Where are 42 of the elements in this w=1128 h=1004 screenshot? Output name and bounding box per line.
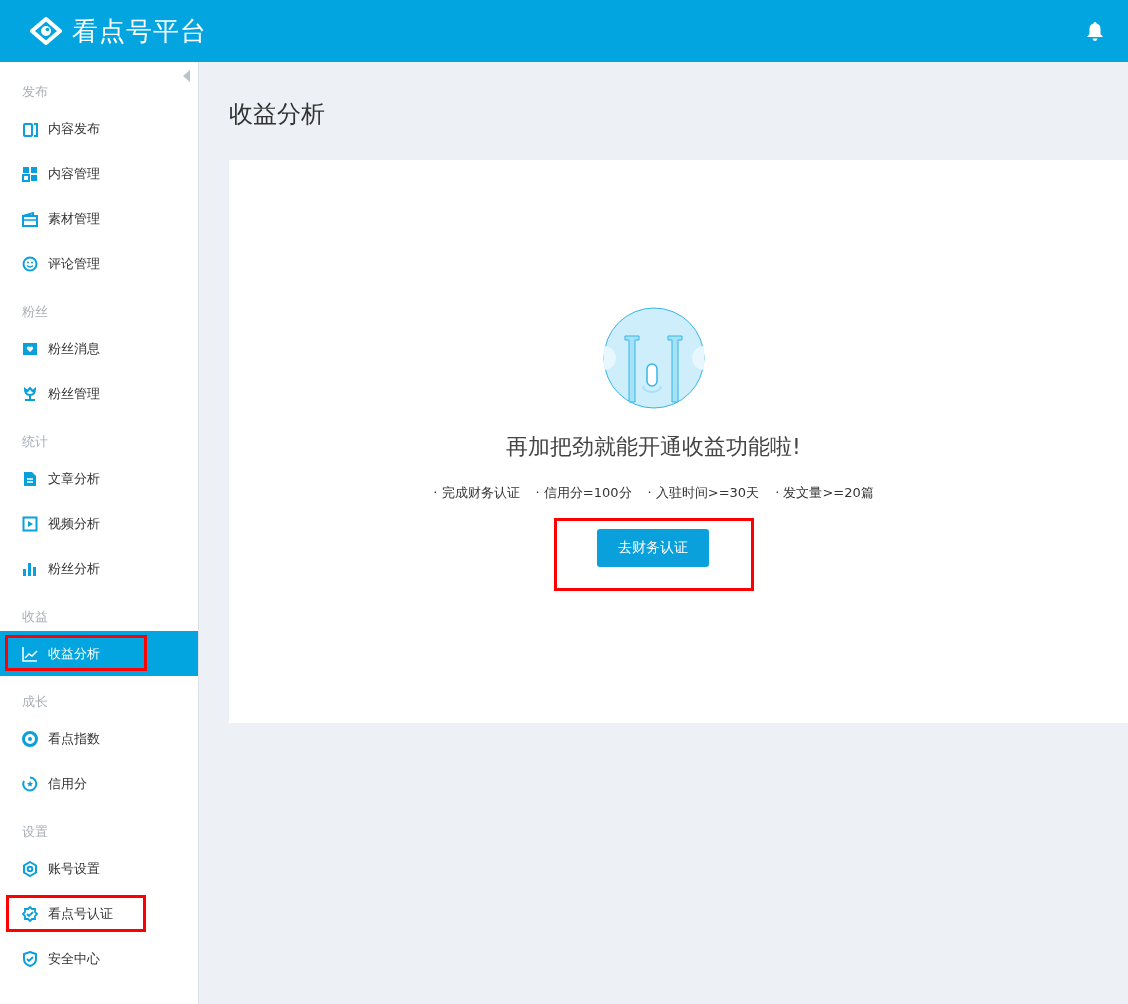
badge-check-icon [22, 905, 38, 922]
bar-chart-icon [22, 560, 38, 577]
sidebar-item[interactable]: 账号设置 [0, 846, 198, 891]
sidebar-item[interactable]: 看点指数 [0, 716, 198, 761]
collapse-arrow-icon[interactable] [183, 70, 190, 82]
play-icon [22, 515, 38, 532]
requirement-text: · 完成财务认证 [433, 484, 520, 502]
sidebar-item[interactable]: 看点号认证 [0, 891, 198, 936]
settings-icon [22, 860, 38, 877]
eye-logo-icon [30, 17, 62, 45]
document-icon [22, 470, 38, 487]
section-label: 发布 [22, 83, 48, 101]
section-label: 设置 [22, 823, 48, 841]
folder-icon [22, 210, 38, 227]
bell-icon[interactable] [1086, 21, 1104, 41]
section-label: 成长 [22, 693, 48, 711]
card-heading: 再加把劲就能开通收益功能啦! [506, 433, 801, 461]
sidebar-item[interactable]: 文章分析 [0, 456, 198, 501]
line-chart-icon [22, 645, 38, 662]
star-circle-icon [22, 775, 38, 792]
page-title: 收益分析 [229, 99, 326, 130]
sidebar-item[interactable]: 素材管理 [0, 196, 198, 241]
section-label: 统计 [22, 433, 48, 451]
sidebar-item[interactable]: 粉丝消息 [0, 326, 198, 371]
requirement-text: · 入驻时间>=30天 [647, 484, 760, 502]
sidebar-item[interactable]: 信用分 [0, 761, 198, 806]
sidebar-item[interactable]: 安全中心 [0, 936, 198, 981]
sidebar-item[interactable]: 内容发布 [0, 106, 198, 151]
sidebar-item[interactable]: 内容管理 [0, 151, 198, 196]
sidebar-item[interactable]: 视频分析 [0, 501, 198, 546]
sidebar-item[interactable]: 粉丝管理 [0, 371, 198, 416]
requirement-text: · 信用分=100分 [535, 484, 632, 502]
platform-logo-text: 看点号平台 [72, 14, 207, 48]
phone-frame-icon [22, 120, 38, 137]
section-label: 收益 [22, 608, 48, 626]
requirement-text: · 发文量>=20篇 [775, 484, 874, 502]
smiley-icon [22, 255, 38, 272]
grid-icon [22, 165, 38, 182]
sidebar-item[interactable]: 评论管理 [0, 241, 198, 286]
sidebar-item[interactable]: 粉丝分析 [0, 546, 198, 591]
shield-check-icon [22, 950, 38, 967]
section-label: 粉丝 [22, 303, 48, 321]
